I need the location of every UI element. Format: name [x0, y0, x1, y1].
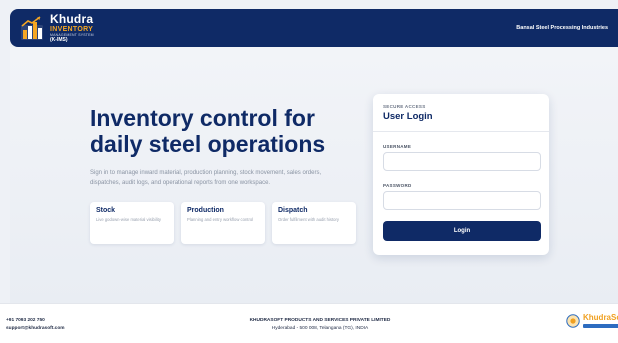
password-input[interactable] [383, 191, 541, 210]
company-name[interactable]: Bansal Steel Processing Industries [516, 25, 608, 31]
login-title: User Login [383, 111, 433, 122]
login-button[interactable]: Login [383, 221, 541, 241]
feature-description: Order fulfilment with audit history [278, 217, 339, 222]
footer-company: KHUDRASOFT PRODUCTS AND SERVICES PRIVATE… [200, 317, 440, 333]
brand-logo[interactable]: Khudra INVENTORY MANAGEMENT SYSTEM (K-IM… [18, 13, 94, 44]
feature-title: Stock [96, 207, 116, 214]
card-divider [373, 131, 549, 132]
footer-contact: +91 7093 202 750 support@khudrasoft.com [6, 317, 65, 333]
brand-name: Khudra [50, 11, 94, 26]
secure-access-label: SECURE ACCESS [383, 104, 426, 109]
username-input[interactable] [383, 152, 541, 171]
feature-title: Production [187, 207, 224, 214]
feature-description: Planning and entry workflow control [187, 217, 254, 222]
hero-description: Sign in to manage inward material, produ… [90, 170, 322, 186]
feature-card-production: Production Planning and entry workflow c… [181, 202, 265, 244]
brand-code: (K-IMS) [50, 37, 68, 44]
khudrasoft-emblem-icon [566, 314, 580, 328]
username-label: USERNAME [383, 144, 412, 149]
top-navbar: Khudra INVENTORY MANAGEMENT SYSTEM (K-IM… [10, 9, 618, 47]
feature-card-stock: Stock Live godown-wise material visibili… [90, 202, 174, 244]
feature-description: Live godown-wise material visibility [96, 217, 161, 222]
footer-logo[interactable]: KhudraSof [566, 314, 618, 328]
footer-email[interactable]: support@khudrasoft.com [6, 325, 65, 333]
main-content: Inventory control for daily steel operat… [10, 47, 618, 303]
footer-address: Hyderabad - 500 008, Telangana (TG), IND… [271, 326, 369, 331]
footer-company-name: KHUDRASOFT PRODUCTS AND SERVICES PRIVATE… [249, 318, 391, 323]
feature-card-dispatch: Dispatch Order fulfilment with audit his… [272, 202, 356, 244]
footer-logo-name: KhudraSof [583, 313, 618, 322]
login-card: SECURE ACCESS User Login USERNAME PASSWO… [373, 94, 549, 255]
password-label: PASSWORD [383, 183, 412, 188]
footer-phone[interactable]: +91 7093 202 750 [6, 317, 65, 325]
footer-logo-bar [583, 324, 618, 328]
footer: +91 7093 202 750 support@khudrasoft.com … [0, 303, 618, 343]
feature-title: Dispatch [278, 207, 308, 214]
brand-product: INVENTORY [50, 25, 94, 33]
hero-title: Inventory control for daily steel operat… [90, 105, 326, 157]
steel-factory-logo-icon [21, 16, 43, 40]
